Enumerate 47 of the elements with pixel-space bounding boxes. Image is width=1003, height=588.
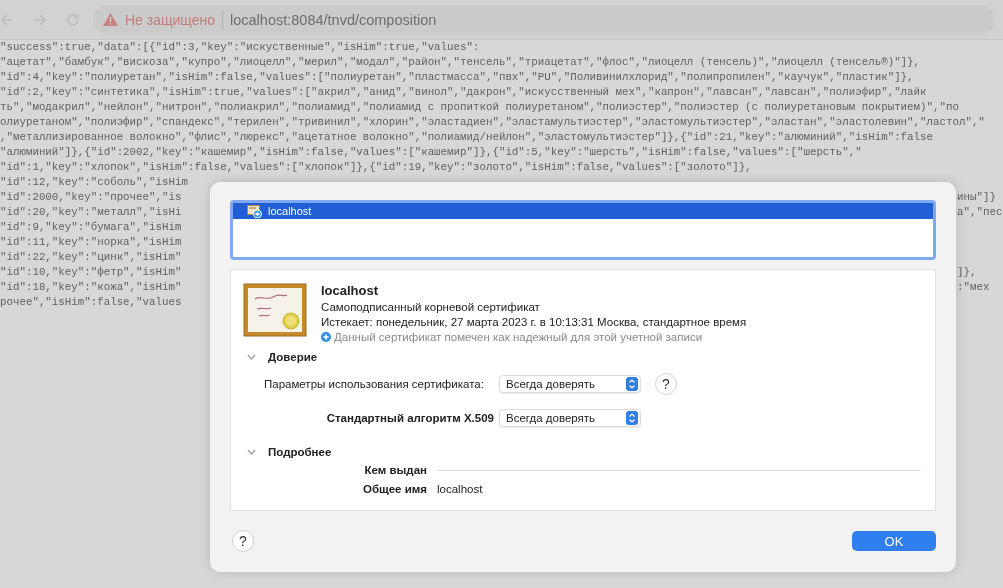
disclosure-icon[interactable] <box>247 354 256 360</box>
certificate-type: Самоподписанный корневой сертификат <box>321 301 541 313</box>
plus-icon <box>321 332 331 342</box>
certificate-plus-icon <box>247 204 262 218</box>
json-text: олиуретаном","полиэфир","спандекс","терилен","тривинил","хлорин","эластадиен","эластамультиэстер","эластомультиэстер","эластан","эластолевин","ластол"," <box>0 116 985 128</box>
ok-button[interactable]: OK <box>852 531 936 551</box>
certificate-name: localhost <box>321 283 380 298</box>
json-text: "ацетат","бамбук","вискоза","купро","лиоцелл","мерил","модал","район","тенсель","триацетат","флос","лиоцелл (тенсель)","лиоцелл (тенсель®)"]}, <box>0 56 921 68</box>
warning-icon <box>103 13 118 26</box>
help-button[interactable]: ? <box>655 373 677 395</box>
json-text: "id":18,"key":"кожа","isHim" <box>0 280 182 295</box>
json-text: "id":9,"key":"бумага","isHim <box>0 221 182 233</box>
trust-dropdown[interactable]: Всегда доверять <box>499 375 641 393</box>
trust-status: Данный сертификат помечен как надежный для этой учетной записи <box>334 331 703 343</box>
json-text: ины"]} <box>957 190 996 205</box>
setting-label: Стандартный алгоритм X.509 <box>325 412 494 424</box>
json-text: ,"металлизированное волокно","флис","люрекс","ацетатное волокно","полиамид/нейлон","эластомультиэстер"]},{"id":21,"key":"алюминий","isHim":false <box>0 131 933 143</box>
json-text: "id":22,"key":"цинк","isHim" <box>0 251 182 263</box>
json-text: "id":4,"key":"полиуретан","isHim":false,"values":["полиуретан","пластмасса","пвх","PU","Поливинилхлорид","полипропилен","каучук","пластик"]}, <box>0 71 914 83</box>
json-text: "id":2000,"key":"прочее","is <box>0 190 182 205</box>
json-text: "id":10,"key":"фетр","isHim" <box>0 265 182 280</box>
help-button[interactable]: ? <box>232 530 254 552</box>
json-text: "id":20,"key":"металл","isHi <box>0 205 182 220</box>
trust-dropdown[interactable]: Всегда доверять <box>499 409 641 427</box>
expiry-text: Истекает: понедельник, 27 марта 2023 г. в 10:13:31 Москва, стандартное время <box>321 316 747 328</box>
json-text: рочее","isHim":false,"values <box>0 296 182 308</box>
json-text: "id":1,"key":"хлопок","isHim":false,"values":["хлопок"]},{"id":19,"key":"золото","isHim":false,"values":["золото"]}, <box>0 161 752 173</box>
detail-label: Общее имя <box>361 483 427 495</box>
json-text: "алюминий"]},{"id":2002,"key":"кашемир","isHim":false,"values":["кашемир"]},{"id":5,"key":"шерсть","isHim":false,"values":["шерсть"," <box>0 146 862 158</box>
json-text: "success":true,"data":[{"id":3,"key":"искуственные","isHim":true,"values": <box>0 41 480 53</box>
certificate-icon <box>243 283 307 337</box>
json-text: "id":12,"key":"соболь","isHim <box>0 176 188 188</box>
json-text: "id":2,"key":"синтетика","isHim":true,"values":["акрил","анид","винол","дакрон","искусственный мех","капрон","лавсан","лавсан","полиэфир","лайк <box>0 86 927 98</box>
detail-label: Кем выдан <box>363 464 427 476</box>
json-text: "id":11,"key":"норка","isHim <box>0 236 182 248</box>
disclosure-icon[interactable] <box>247 449 256 455</box>
certificate-list-item[interactable]: localhost <box>233 203 933 219</box>
json-text: ]}, <box>957 265 977 280</box>
json-text: а","пес <box>957 205 1003 220</box>
stepper-icon <box>626 411 638 425</box>
stepper-icon <box>626 377 638 391</box>
section-title: Подробнее <box>268 446 332 458</box>
json-text: ть","модакрил","нейлон","нитрон","полиакрил","полиамид","полиамид с пропиткой полиуретаном","полиэстер","полиэстер (с полиуретановым покрытием)","по <box>0 101 959 113</box>
setting-label: Параметры использования сертификата: <box>264 378 485 390</box>
json-text: :"мех <box>957 280 990 295</box>
section-title: Доверие <box>268 351 318 363</box>
detail-value: localhost <box>437 483 483 495</box>
